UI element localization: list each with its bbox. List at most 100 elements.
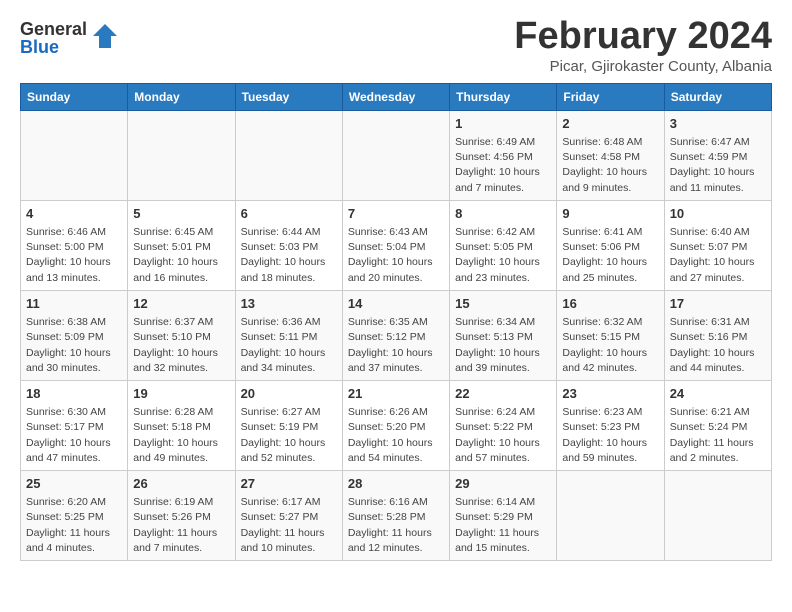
week-row-3: 11Sunrise: 6:38 AMSunset: 5:09 PMDayligh… bbox=[21, 290, 772, 380]
calendar-cell: 27 Sunrise: 6:17 AMSunset: 5:27 PMDayligh… bbox=[235, 471, 342, 561]
day-info: Sunrise: 6:28 AMSunset: 5:18 PMDaylight:… bbox=[133, 405, 229, 466]
day-number: 16 bbox=[562, 295, 658, 313]
week-row-2: 4 Sunrise: 6:46 AMSunset: 5:00 PMDaylight… bbox=[21, 200, 772, 290]
day-info: Sunrise: 6:49 AMSunset: 4:56 PMDaylight:… bbox=[455, 135, 551, 196]
day-number: 20 bbox=[241, 385, 337, 403]
calendar-cell: 21 Sunrise: 6:26 AMSunset: 5:20 PMDayligh… bbox=[342, 380, 449, 470]
weekday-header-thursday: Thursday bbox=[450, 83, 557, 110]
calendar-cell: 20Sunrise: 6:27 AMSunset: 5:19 PMDayligh… bbox=[235, 380, 342, 470]
day-info: Sunrise: 6:19 AMSunset: 5:26 PMDaylight:… bbox=[133, 495, 229, 556]
day-info: Sunrise: 6:23 AMSunset: 5:23 PMDaylight:… bbox=[562, 405, 658, 466]
day-info: Sunrise: 6:21 AMSunset: 5:24 PMDaylight:… bbox=[670, 405, 766, 466]
calendar-table: SundayMondayTuesdayWednesdayThursdayFrid… bbox=[20, 83, 772, 561]
day-number: 18 bbox=[26, 385, 122, 403]
calendar-cell: 3 Sunrise: 6:47 AMSunset: 4:59 PMDaylight… bbox=[664, 110, 771, 200]
calendar-cell: 26 Sunrise: 6:19 AMSunset: 5:26 PMDayligh… bbox=[128, 471, 235, 561]
calendar-body: 1 Sunrise: 6:49 AMSunset: 4:56 PMDaylight… bbox=[21, 110, 772, 560]
logo-icon bbox=[91, 22, 119, 50]
logo-blue: Blue bbox=[20, 38, 87, 56]
calendar-cell bbox=[664, 471, 771, 561]
day-info: Sunrise: 6:24 AMSunset: 5:22 PMDaylight:… bbox=[455, 405, 551, 466]
day-number: 21 bbox=[348, 385, 444, 403]
logo-general: General bbox=[20, 20, 87, 38]
calendar-cell: 23Sunrise: 6:23 AMSunset: 5:23 PMDayligh… bbox=[557, 380, 664, 470]
day-info: Sunrise: 6:34 AMSunset: 5:13 PMDaylight:… bbox=[455, 315, 551, 376]
day-info: Sunrise: 6:35 AMSunset: 5:12 PMDaylight:… bbox=[348, 315, 444, 376]
day-number: 8 bbox=[455, 205, 551, 223]
day-number: 3 bbox=[670, 115, 766, 133]
calendar-cell: 28 Sunrise: 6:16 AMSunset: 5:28 PMDayligh… bbox=[342, 471, 449, 561]
day-number: 4 bbox=[26, 205, 122, 223]
day-number: 9 bbox=[562, 205, 658, 223]
day-number: 19 bbox=[133, 385, 229, 403]
day-number: 26 bbox=[133, 475, 229, 493]
location-subtitle: Picar, Gjirokaster County, Albania bbox=[514, 58, 772, 75]
day-number: 11 bbox=[26, 295, 122, 313]
calendar-cell: 24 Sunrise: 6:21 AMSunset: 5:24 PMDayligh… bbox=[664, 380, 771, 470]
calendar-cell: 25Sunrise: 6:20 AMSunset: 5:25 PMDayligh… bbox=[21, 471, 128, 561]
day-number: 24 bbox=[670, 385, 766, 403]
day-number: 1 bbox=[455, 115, 551, 133]
day-info: Sunrise: 6:46 AMSunset: 5:00 PMDaylight:… bbox=[26, 225, 122, 286]
day-number: 7 bbox=[348, 205, 444, 223]
calendar-cell: 7 Sunrise: 6:43 AMSunset: 5:04 PMDaylight… bbox=[342, 200, 449, 290]
week-row-5: 25Sunrise: 6:20 AMSunset: 5:25 PMDayligh… bbox=[21, 471, 772, 561]
calendar-cell: 29 Sunrise: 6:14 AMSunset: 5:29 PMDayligh… bbox=[450, 471, 557, 561]
day-number: 5 bbox=[133, 205, 229, 223]
calendar-cell: 2Sunrise: 6:48 AMSunset: 4:58 PMDaylight… bbox=[557, 110, 664, 200]
day-info: Sunrise: 6:16 AMSunset: 5:28 PMDaylight:… bbox=[348, 495, 444, 556]
header: General Blue February 2024 Picar, Gjirok… bbox=[20, 16, 772, 75]
day-number: 10 bbox=[670, 205, 766, 223]
calendar-cell bbox=[21, 110, 128, 200]
day-info: Sunrise: 6:48 AMSunset: 4:58 PMDaylight:… bbox=[562, 135, 658, 196]
day-info: Sunrise: 6:17 AMSunset: 5:27 PMDaylight:… bbox=[241, 495, 337, 556]
day-info: Sunrise: 6:36 AMSunset: 5:11 PMDaylight:… bbox=[241, 315, 337, 376]
weekday-header-wednesday: Wednesday bbox=[342, 83, 449, 110]
weekday-header-sunday: Sunday bbox=[21, 83, 128, 110]
day-number: 13 bbox=[241, 295, 337, 313]
week-row-1: 1 Sunrise: 6:49 AMSunset: 4:56 PMDaylight… bbox=[21, 110, 772, 200]
day-number: 22 bbox=[455, 385, 551, 403]
day-number: 28 bbox=[348, 475, 444, 493]
calendar-cell: 16 Sunrise: 6:32 AMSunset: 5:15 PMDayligh… bbox=[557, 290, 664, 380]
month-title: February 2024 bbox=[514, 16, 772, 58]
day-info: Sunrise: 6:31 AMSunset: 5:16 PMDaylight:… bbox=[670, 315, 766, 376]
day-info: Sunrise: 6:32 AMSunset: 5:15 PMDaylight:… bbox=[562, 315, 658, 376]
day-number: 12 bbox=[133, 295, 229, 313]
weekday-header-tuesday: Tuesday bbox=[235, 83, 342, 110]
calendar-cell: 10 Sunrise: 6:40 AMSunset: 5:07 PMDayligh… bbox=[664, 200, 771, 290]
day-info: Sunrise: 6:47 AMSunset: 4:59 PMDaylight:… bbox=[670, 135, 766, 196]
calendar-cell: 1 Sunrise: 6:49 AMSunset: 4:56 PMDaylight… bbox=[450, 110, 557, 200]
day-info: Sunrise: 6:45 AMSunset: 5:01 PMDaylight:… bbox=[133, 225, 229, 286]
day-info: Sunrise: 6:41 AMSunset: 5:06 PMDaylight:… bbox=[562, 225, 658, 286]
day-info: Sunrise: 6:14 AMSunset: 5:29 PMDaylight:… bbox=[455, 495, 551, 556]
weekday-header-saturday: Saturday bbox=[664, 83, 771, 110]
weekday-header-monday: Monday bbox=[128, 83, 235, 110]
day-info: Sunrise: 6:20 AMSunset: 5:25 PMDaylight:… bbox=[26, 495, 122, 556]
calendar-cell: 12 Sunrise: 6:37 AMSunset: 5:10 PMDayligh… bbox=[128, 290, 235, 380]
calendar-cell bbox=[128, 110, 235, 200]
logo: General Blue bbox=[20, 20, 119, 56]
day-number: 27 bbox=[241, 475, 337, 493]
day-info: Sunrise: 6:26 AMSunset: 5:20 PMDaylight:… bbox=[348, 405, 444, 466]
day-number: 29 bbox=[455, 475, 551, 493]
day-info: Sunrise: 6:44 AMSunset: 5:03 PMDaylight:… bbox=[241, 225, 337, 286]
day-info: Sunrise: 6:40 AMSunset: 5:07 PMDaylight:… bbox=[670, 225, 766, 286]
day-info: Sunrise: 6:42 AMSunset: 5:05 PMDaylight:… bbox=[455, 225, 551, 286]
day-info: Sunrise: 6:37 AMSunset: 5:10 PMDaylight:… bbox=[133, 315, 229, 376]
calendar-cell: 9 Sunrise: 6:41 AMSunset: 5:06 PMDaylight… bbox=[557, 200, 664, 290]
day-number: 14 bbox=[348, 295, 444, 313]
week-row-4: 18Sunrise: 6:30 AMSunset: 5:17 PMDayligh… bbox=[21, 380, 772, 470]
calendar-cell: 6Sunrise: 6:44 AMSunset: 5:03 PMDaylight… bbox=[235, 200, 342, 290]
calendar-cell: 15Sunrise: 6:34 AMSunset: 5:13 PMDayligh… bbox=[450, 290, 557, 380]
title-area: February 2024 Picar, Gjirokaster County,… bbox=[514, 16, 772, 75]
weekday-header-row: SundayMondayTuesdayWednesdayThursdayFrid… bbox=[21, 83, 772, 110]
calendar-cell: 13 Sunrise: 6:36 AMSunset: 5:11 PMDayligh… bbox=[235, 290, 342, 380]
calendar-cell bbox=[235, 110, 342, 200]
day-info: Sunrise: 6:43 AMSunset: 5:04 PMDaylight:… bbox=[348, 225, 444, 286]
calendar-cell: 4 Sunrise: 6:46 AMSunset: 5:00 PMDaylight… bbox=[21, 200, 128, 290]
calendar-cell bbox=[557, 471, 664, 561]
calendar-cell: 11Sunrise: 6:38 AMSunset: 5:09 PMDayligh… bbox=[21, 290, 128, 380]
calendar-header: SundayMondayTuesdayWednesdayThursdayFrid… bbox=[21, 83, 772, 110]
calendar-cell: 14 Sunrise: 6:35 AMSunset: 5:12 PMDayligh… bbox=[342, 290, 449, 380]
